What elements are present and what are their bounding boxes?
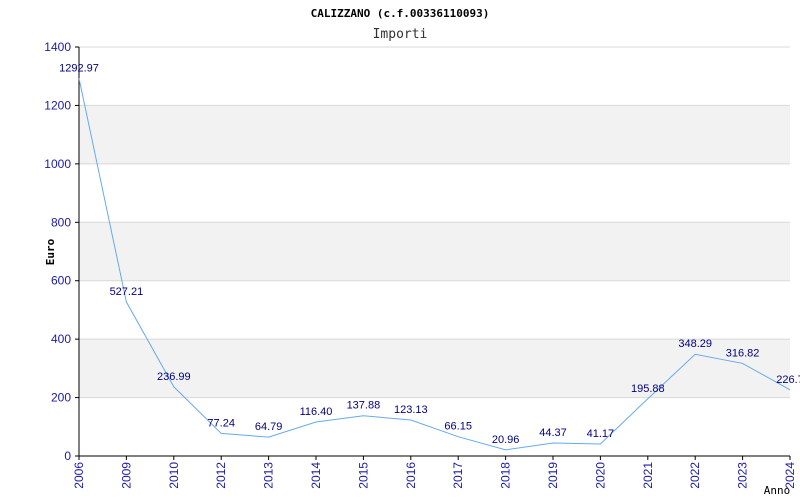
background-band (79, 280, 790, 340)
data-label: 64.79 (255, 421, 283, 433)
x-tick-label: 2023 (736, 462, 750, 489)
background-band (79, 397, 790, 456)
data-label: 195.88 (631, 383, 665, 395)
y-tick-label: 1400 (44, 40, 71, 54)
chart-subtitle: Importi (373, 27, 428, 42)
data-label: 316.82 (726, 347, 760, 359)
background-band (79, 222, 790, 281)
chart-title: CALIZZANO (c.f.00336110093) (311, 7, 490, 20)
data-label: 527.21 (110, 286, 144, 298)
y-tick-label: 1200 (44, 98, 71, 112)
x-tick-label: 2019 (546, 462, 560, 489)
data-label: 123.13 (394, 404, 428, 416)
data-label: 348.29 (678, 338, 712, 350)
x-tick-label: 2014 (309, 462, 323, 489)
y-tick-label: 600 (51, 274, 71, 288)
data-label: 1292.97 (59, 62, 99, 74)
y-tick-label: 800 (51, 215, 71, 229)
background-band (79, 163, 790, 223)
x-tick-label: 2009 (119, 462, 133, 489)
x-tick-label: 2022 (688, 462, 702, 489)
x-tick-label: 2013 (262, 462, 276, 489)
y-tick-label: 200 (51, 391, 71, 405)
x-tick-label: 2010 (167, 462, 181, 489)
x-tick-label: 2016 (404, 462, 418, 489)
data-label: 236.99 (157, 371, 191, 383)
x-tick-label: 2017 (451, 462, 465, 489)
line-chart: 0200400600800100012001400 2006 2009 2010 20… (44, 7, 800, 497)
y-tick-label: 0 (64, 449, 71, 463)
data-label: 66.15 (444, 421, 472, 433)
x-tick-label: 2006 (72, 462, 86, 489)
y-tick-label: 400 (51, 332, 71, 346)
x-tick-label: 2018 (499, 462, 513, 489)
x-axis-label: Anno (764, 484, 791, 497)
x-tick-label: 2020 (593, 462, 607, 489)
y-tick-label: 1000 (44, 157, 71, 171)
x-tick-label: 2012 (214, 462, 228, 489)
background-bands (79, 47, 790, 456)
data-label: 116.40 (300, 406, 333, 418)
y-axis-label: Euro (44, 238, 57, 265)
background-band (79, 47, 790, 106)
x-tick-labels: 2006 2009 2010 2012 2013 2014 2015 2016 2017 2018… (72, 456, 797, 489)
data-label: 41.17 (587, 428, 615, 440)
background-band (79, 105, 790, 164)
data-label: 20.96 (492, 434, 520, 446)
data-label: 137.88 (347, 400, 381, 412)
data-label: 77.24 (207, 417, 235, 429)
x-tick-label: 2021 (641, 462, 655, 489)
x-tick-label: 2015 (356, 462, 370, 489)
data-label: 44.37 (539, 427, 567, 439)
data-label: 226.7 (776, 374, 800, 386)
